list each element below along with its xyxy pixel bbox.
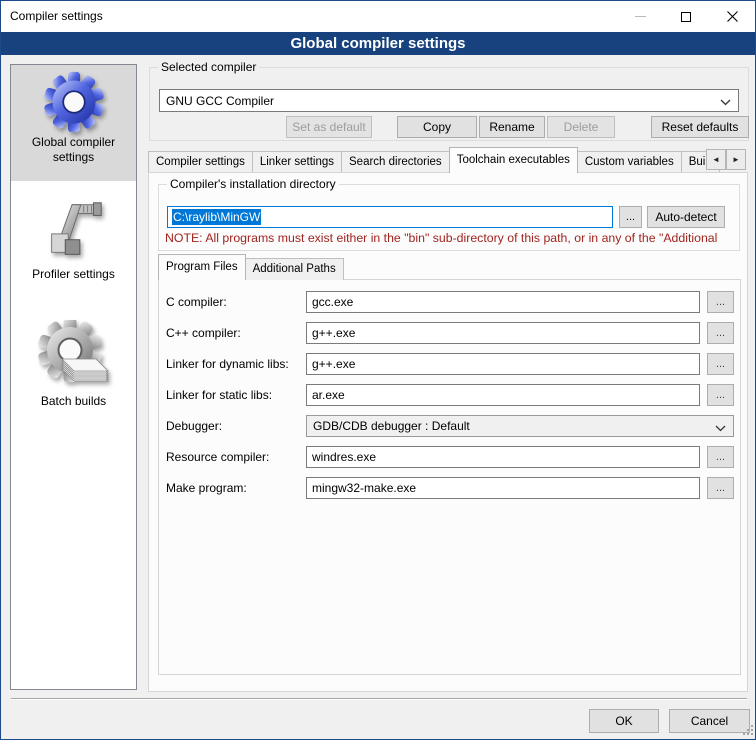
linker-static-input[interactable] [306,384,700,406]
subtab-additional-paths[interactable]: Additional Paths [245,258,344,280]
tab-linker-settings[interactable]: Linker settings [252,151,342,173]
linker-dynamic-input[interactable] [306,353,700,375]
chevron-down-icon [720,99,731,106]
program-files-tabstrip: Program Files Additional Paths [158,255,343,280]
copy-button[interactable]: Copy [397,116,477,138]
maximize-icon [681,12,691,22]
set-as-default-button[interactable]: Set as default [286,116,372,138]
rename-button[interactable]: Rename [479,116,545,138]
tab-compiler-settings[interactable]: Compiler settings [148,151,253,173]
compiler-settings-dialog: Compiler settings Global compiler settin… [0,0,756,740]
tab-custom-variables[interactable]: Custom variables [577,151,682,173]
resource-compiler-browse-button[interactable]: ... [707,446,734,468]
tab-scroll-left-icon: ◄ [712,155,720,164]
linker-static-label: Linker for static libs: [166,384,306,406]
minimize-button[interactable] [617,1,663,32]
install-dir-browse-button[interactable]: ... [619,206,642,228]
close-button[interactable] [709,1,755,32]
settings-category-list: Global compiler settings Profiler settin… [10,64,137,690]
auto-detect-button[interactable]: Auto-detect [647,206,725,228]
titlebar: Compiler settings [1,1,755,32]
sidebar-item-global-compiler-settings[interactable]: Global compiler settings [11,65,136,181]
resize-grip[interactable] [743,725,745,727]
bin-subdirectory-note: NOTE: All programs must exist either in … [165,231,743,245]
sidebar-item-label: Global compiler settings [11,133,136,169]
window-title: Compiler settings [10,9,103,23]
compiler-settings-tabstrip: Compiler settings Linker settings Search… [148,147,719,173]
linker-static-browse-button[interactable]: ... [707,384,734,406]
tab-toolchain-executables[interactable]: Toolchain executables [449,147,578,173]
sidebar-item-label: Batch builds [37,392,110,413]
footer-separator [11,698,747,700]
debugger-select[interactable]: GDB/CDB debugger : Default [306,415,734,437]
resource-compiler-input[interactable] [306,446,700,468]
cpp-compiler-browse-button[interactable]: ... [707,322,734,344]
installation-directory-group-label: Compiler's installation directory [167,177,339,191]
c-compiler-browse-button[interactable]: ... [707,291,734,313]
minimize-icon [635,16,646,17]
c-compiler-label: C compiler: [166,291,306,313]
sidebar-item-label: Profiler settings [28,265,119,286]
delete-button[interactable]: Delete [547,116,615,138]
compiler-select[interactable]: GNU GCC Compiler [159,89,739,112]
make-program-browse-button[interactable]: ... [707,477,734,499]
ok-button[interactable]: OK [589,709,659,733]
close-icon [727,11,738,22]
make-program-label: Make program: [166,477,306,499]
chevron-down-icon [715,425,726,432]
debugger-label: Debugger: [166,415,306,437]
linker-dynamic-label: Linker for dynamic libs: [166,353,306,375]
blue-gear-icon [43,71,105,133]
c-compiler-input[interactable] [306,291,700,313]
resource-compiler-label: Resource compiler: [166,446,306,468]
cancel-button[interactable]: Cancel [669,709,750,733]
install-dir-input[interactable]: C:\raylib\MinGW [167,206,613,228]
compiler-select-value: GNU GCC Compiler [166,94,274,108]
sidebar-item-profiler-settings[interactable]: Profiler settings [11,195,136,286]
tab-scroll-left-button[interactable]: ◄ [706,149,726,170]
tab-search-directories[interactable]: Search directories [341,151,450,173]
selected-compiler-group-label: Selected compiler [158,60,259,74]
cpp-compiler-label: C++ compiler: [166,322,306,344]
maximize-button[interactable] [663,1,709,32]
dialog-banner: Global compiler settings [1,32,755,55]
make-program-input[interactable] [306,477,700,499]
subtab-program-files[interactable]: Program Files [158,254,246,280]
tab-scroll-right-icon: ► [732,155,740,164]
linker-dynamic-browse-button[interactable]: ... [707,353,734,375]
gear-stack-icon [38,320,110,392]
reset-defaults-button[interactable]: Reset defaults [651,116,749,138]
tab-scroll-right-button[interactable]: ► [726,149,746,170]
cpp-compiler-input[interactable] [306,322,700,344]
debugger-select-value: GDB/CDB debugger : Default [313,419,470,433]
install-dir-selected-text: C:\raylib\MinGW [172,209,261,225]
caliper-icon [39,195,109,265]
sidebar-item-batch-builds[interactable]: Batch builds [11,320,136,413]
